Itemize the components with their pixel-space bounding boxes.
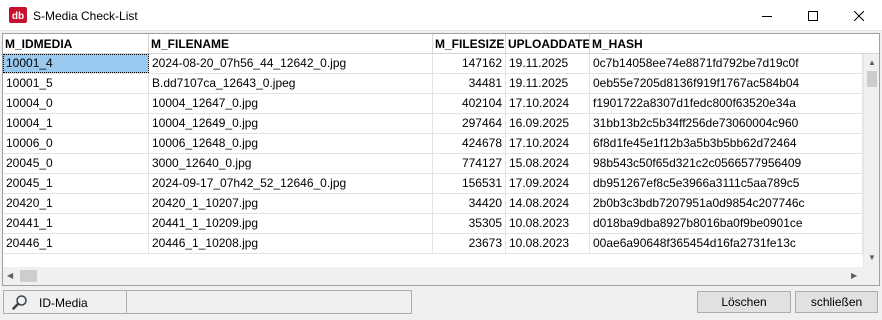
scrollbar-corner bbox=[863, 267, 879, 285]
svg-text:db: db bbox=[12, 11, 24, 22]
cell-idmedia[interactable]: 20045_1 bbox=[3, 174, 149, 193]
table-row[interactable]: 20045_0 3000_12640_0.jpg 774127 15.08.20… bbox=[3, 154, 863, 174]
cell-uploaddate[interactable]: 10.08.2023 bbox=[506, 214, 590, 233]
cell-hash[interactable]: 2b0b3c3bdb7207951a0d9854c207746c bbox=[590, 194, 863, 213]
column-header-hash[interactable]: M_HASH bbox=[590, 34, 863, 54]
cell-uploaddate[interactable]: 17.10.2024 bbox=[506, 134, 590, 153]
grid-header: M_IDMEDIA M_FILENAME M_FILESIZE UPLOADDA… bbox=[3, 34, 879, 54]
cell-filename[interactable]: 2024-09-17_07h42_52_12646_0.jpg bbox=[149, 174, 433, 193]
maximize-icon bbox=[808, 10, 818, 21]
cell-filesize[interactable]: 147162 bbox=[433, 54, 506, 73]
maximize-button[interactable] bbox=[790, 0, 836, 31]
scroll-up-icon[interactable]: ▲ bbox=[868, 58, 876, 68]
close-window-button[interactable] bbox=[836, 0, 882, 31]
cell-idmedia[interactable]: 10004_1 bbox=[3, 114, 149, 133]
vertical-scrollbar[interactable]: ▲ ▼ bbox=[863, 54, 879, 267]
cell-hash[interactable]: 31bb13b2c5b34ff256de73060004c960 bbox=[590, 114, 863, 133]
cell-hash[interactable]: 0c7b14058ee74e8871fd792be7d19c0f bbox=[590, 54, 863, 73]
vertical-scroll-thumb[interactable] bbox=[867, 71, 877, 87]
cell-filename[interactable]: 10004_12649_0.jpg bbox=[149, 114, 433, 133]
cell-hash[interactable]: f1901722a8307d1fedc800f63520e34a bbox=[590, 94, 863, 113]
table-row[interactable]: 10004_0 10004_12647_0.jpg 402104 17.10.2… bbox=[3, 94, 863, 114]
horizontal-scroll-thumb[interactable] bbox=[20, 270, 37, 282]
scroll-left-icon[interactable]: ◀ bbox=[7, 271, 13, 281]
table-row[interactable]: 10001_5 B.dd7107ca_12643_0.jpeg 34481 19… bbox=[3, 74, 863, 94]
media-grid[interactable]: M_IDMEDIA M_FILENAME M_FILESIZE UPLOADDA… bbox=[2, 33, 880, 286]
cell-uploaddate[interactable]: 19.11.2025 bbox=[506, 74, 590, 93]
grid-rows: 10001_4 2024-08-20_07h56_44_12642_0.jpg … bbox=[3, 54, 863, 267]
cell-idmedia[interactable]: 10001_4 bbox=[3, 54, 149, 73]
cell-filesize[interactable]: 424678 bbox=[433, 134, 506, 153]
cell-hash[interactable]: 00ae6a90648f365454d16fa2731fe13c bbox=[590, 234, 863, 253]
column-header-filename[interactable]: M_FILENAME bbox=[149, 34, 433, 54]
cell-idmedia[interactable]: 10004_0 bbox=[3, 94, 149, 113]
table-row[interactable]: 10004_1 10004_12649_0.jpg 297464 16.09.2… bbox=[3, 114, 863, 134]
cell-filename[interactable]: B.dd7107ca_12643_0.jpeg bbox=[149, 74, 433, 93]
window-title: S-Media Check-List bbox=[33, 9, 138, 23]
search-field-label[interactable]: ID-Media bbox=[3, 290, 127, 314]
cell-filename[interactable]: 3000_12640_0.jpg bbox=[149, 154, 433, 173]
cell-filename[interactable]: 10004_12647_0.jpg bbox=[149, 94, 433, 113]
cell-uploaddate[interactable]: 17.09.2024 bbox=[506, 174, 590, 193]
delete-button[interactable]: Löschen bbox=[697, 291, 791, 313]
title-bar: db S-Media Check-List bbox=[0, 0, 882, 31]
table-row[interactable]: 20441_1 20441_1_10209.jpg 35305 10.08.20… bbox=[3, 214, 863, 234]
cell-idmedia[interactable]: 10001_5 bbox=[3, 74, 149, 93]
close-button[interactable]: schließen bbox=[795, 291, 878, 313]
cell-uploaddate[interactable]: 19.11.2025 bbox=[506, 54, 590, 73]
cell-hash[interactable]: d018ba9dba8927b8016ba0f9be0901ce bbox=[590, 214, 863, 233]
horizontal-scrollbar[interactable]: ◀ ▶ bbox=[3, 267, 863, 285]
table-row[interactable]: 20045_1 2024-09-17_07h42_52_12646_0.jpg … bbox=[3, 174, 863, 194]
cell-uploaddate[interactable]: 15.08.2024 bbox=[506, 154, 590, 173]
cell-filesize[interactable]: 774127 bbox=[433, 154, 506, 173]
cell-uploaddate[interactable]: 17.10.2024 bbox=[506, 94, 590, 113]
cell-idmedia[interactable]: 20045_0 bbox=[3, 154, 149, 173]
cell-idmedia[interactable]: 20441_1 bbox=[3, 214, 149, 233]
table-row[interactable]: 10006_0 10006_12648_0.jpg 424678 17.10.2… bbox=[3, 134, 863, 154]
cell-hash[interactable]: 0eb55e7205d8136f919f1767ac584b04 bbox=[590, 74, 863, 93]
column-header-uploaddate[interactable]: UPLOADDATE bbox=[506, 34, 590, 54]
cell-hash[interactable]: db951267ef8c5e3966a3111c5aa789c5 bbox=[590, 174, 863, 193]
cell-filesize[interactable]: 297464 bbox=[433, 114, 506, 133]
cell-hash[interactable]: 6f8d1fe45e1f12b3a5b3b5bb62d72464 bbox=[590, 134, 863, 153]
magnifier-icon bbox=[12, 295, 27, 310]
cell-filename[interactable]: 20420_1_10207.jpg bbox=[149, 194, 433, 213]
cell-uploaddate[interactable]: 16.09.2025 bbox=[506, 114, 590, 133]
cell-idmedia[interactable]: 20446_1 bbox=[3, 234, 149, 253]
cell-filename[interactable]: 2024-08-20_07h56_44_12642_0.jpg bbox=[149, 54, 433, 73]
scroll-right-icon[interactable]: ▶ bbox=[851, 271, 857, 281]
cell-filesize[interactable]: 34420 bbox=[433, 194, 506, 213]
cell-uploaddate[interactable]: 14.08.2024 bbox=[506, 194, 590, 213]
cell-filesize[interactable]: 35305 bbox=[433, 214, 506, 233]
close-icon bbox=[854, 10, 864, 21]
cell-idmedia[interactable]: 20420_1 bbox=[3, 194, 149, 213]
minimize-button[interactable] bbox=[744, 0, 790, 31]
search-column-label: ID-Media bbox=[39, 296, 88, 310]
cell-filesize[interactable]: 156531 bbox=[433, 174, 506, 193]
column-header-filesize[interactable]: M_FILESIZE bbox=[433, 34, 506, 54]
cell-hash[interactable]: 98b543c50f65d321c2c0566577956409 bbox=[590, 154, 863, 173]
search-input[interactable] bbox=[127, 290, 412, 314]
cell-filesize[interactable]: 34481 bbox=[433, 74, 506, 93]
cell-filename[interactable]: 10006_12648_0.jpg bbox=[149, 134, 433, 153]
minimize-icon bbox=[762, 15, 772, 17]
cell-filename[interactable]: 20446_1_10208.jpg bbox=[149, 234, 433, 253]
table-row[interactable]: 20420_1 20420_1_10207.jpg 34420 14.08.20… bbox=[3, 194, 863, 214]
cell-filesize[interactable]: 402104 bbox=[433, 94, 506, 113]
cell-uploaddate[interactable]: 10.08.2023 bbox=[506, 234, 590, 253]
table-row[interactable]: 10001_4 2024-08-20_07h56_44_12642_0.jpg … bbox=[3, 54, 863, 74]
table-row[interactable]: 20446_1 20446_1_10208.jpg 23673 10.08.20… bbox=[3, 234, 863, 254]
cell-idmedia[interactable]: 10006_0 bbox=[3, 134, 149, 153]
column-header-idmedia[interactable]: M_IDMEDIA bbox=[3, 34, 149, 54]
cell-filesize[interactable]: 23673 bbox=[433, 234, 506, 253]
cell-filename[interactable]: 20441_1_10209.jpg bbox=[149, 214, 433, 233]
scroll-down-icon[interactable]: ▼ bbox=[868, 253, 876, 263]
app-logo-icon: db bbox=[9, 7, 27, 23]
